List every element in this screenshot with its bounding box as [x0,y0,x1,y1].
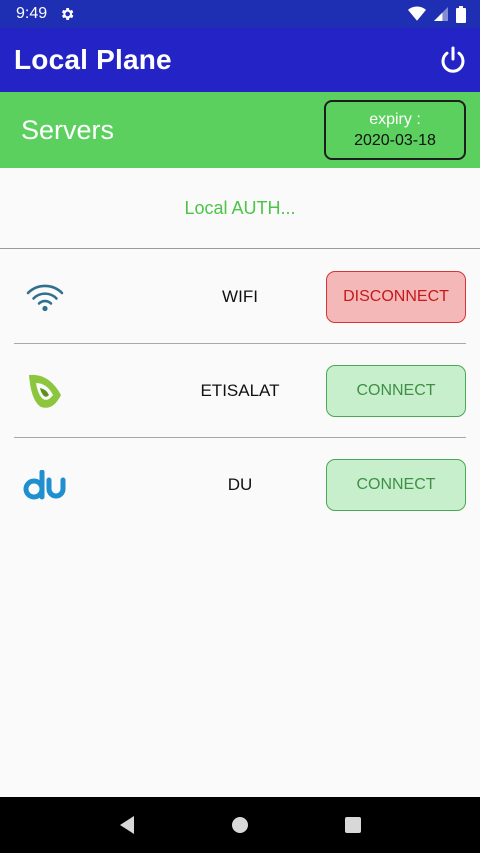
servers-title: Servers [21,114,115,145]
server-row-du: DU CONNECT [14,438,466,532]
status-time: 9:49 [16,5,48,22]
du-logo-icon [14,460,76,510]
etisalat-logo-icon [14,366,76,416]
screen: 9:49 Local Plane Servers expiry: 2020-0… [0,0,480,853]
recents-icon [345,817,362,833]
server-list: WIFI DISCONNECT ETISALAT CONNECT DU CONN… [14,250,466,532]
home-button[interactable] [220,805,260,845]
disconnect-button-wifi[interactable]: DISCONNECT [326,270,466,323]
server-name-du: DU [227,475,253,494]
expiry-date: 2020-03-18 [354,131,436,149]
power-icon [441,46,465,73]
app-bar: Local Plane [0,28,480,92]
power-button[interactable] [436,43,470,77]
status-bar: 9:49 [0,0,480,28]
recents-button[interactable] [333,805,373,845]
battery-icon [456,5,466,23]
back-button[interactable] [107,805,147,845]
expiry-badge: expiry : 2020-03-18 [324,100,466,160]
wifi-icon [14,272,76,322]
server-row-etisalat: ETISALAT CONNECT [14,344,466,438]
app-title: Local Plane [14,44,172,75]
signal-icon [434,7,448,21]
servers-bar: Servers expiry : 2020-03-18 [0,92,480,168]
back-icon [119,816,134,834]
connect-button-etisalat[interactable]: CONNECT [326,364,466,417]
expiry-label: expiry : [369,110,421,128]
home-icon [231,817,248,833]
auth-status: Local AUTH... [0,168,480,249]
server-name-etisalat: ETISALAT [200,380,280,400]
server-row-wifi: WIFI DISCONNECT [14,250,466,344]
server-name-wifi: WIFI [222,286,258,306]
connect-button-du[interactable]: CONNECT [326,459,466,511]
status-left: 9:49 [16,5,75,23]
wifi-icon [408,6,426,22]
status-right [408,5,466,23]
navigation-bar [0,797,480,853]
gear-icon [59,6,75,22]
